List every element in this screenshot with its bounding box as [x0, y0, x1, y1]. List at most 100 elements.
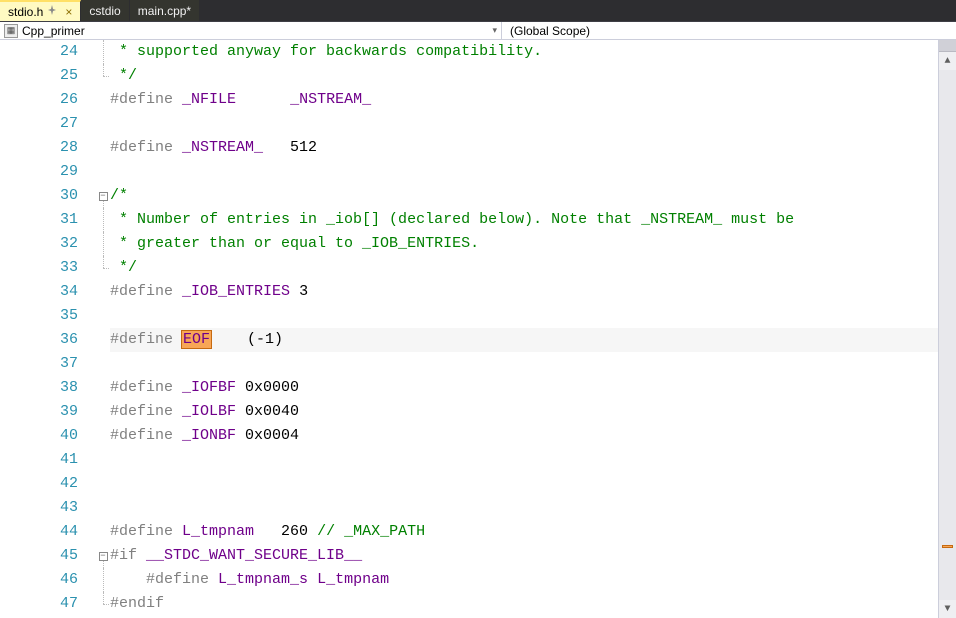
chevron-down-icon: ▾	[492, 25, 497, 36]
line-number: 33	[0, 256, 78, 280]
code-line[interactable]: #define _NFILE _NSTREAM_	[110, 88, 938, 112]
code-token	[173, 427, 182, 444]
code-token	[137, 547, 146, 564]
fold-cell	[96, 472, 110, 496]
line-number: 24	[0, 40, 78, 64]
fold-cell	[96, 352, 110, 376]
code-line[interactable]	[110, 496, 938, 520]
split-handle[interactable]	[939, 40, 956, 52]
line-number: 25	[0, 64, 78, 88]
code-token: * greater than or equal to _IOB_ENTRIES.	[119, 235, 479, 252]
line-number-gutter: 2425262728293031323334353637383940414243…	[0, 40, 96, 618]
tab-bar: stdio.h × cstdio main.cpp*	[0, 0, 956, 22]
code-token: #define	[110, 139, 173, 156]
line-number: 43	[0, 496, 78, 520]
scope-label: (Global Scope)	[510, 24, 590, 38]
code-token	[173, 331, 182, 348]
close-icon[interactable]: ×	[65, 5, 72, 19]
code-token: _IOFBF	[182, 379, 236, 396]
fold-toggle-icon[interactable]: −	[99, 552, 108, 561]
code-line[interactable]: * greater than or equal to _IOB_ENTRIES.	[110, 232, 938, 256]
code-line[interactable]: */	[110, 256, 938, 280]
code-token: __STDC_WANT_SECURE_LIB__	[146, 547, 362, 564]
code-token: _IONBF	[182, 427, 236, 444]
code-line[interactable]	[110, 472, 938, 496]
code-token: #define	[110, 403, 173, 420]
outline-fold-column: −−	[96, 40, 110, 618]
fold-toggle-icon[interactable]: −	[99, 192, 108, 201]
fold-cell	[96, 448, 110, 472]
fold-cell	[96, 112, 110, 136]
fold-cell	[96, 496, 110, 520]
code-line[interactable]	[110, 352, 938, 376]
project-scope-selector[interactable]: ▦ Cpp_primer ▾	[0, 22, 502, 39]
code-line[interactable]: #define EOF (-1)	[110, 328, 938, 352]
tab-label: cstdio	[89, 4, 120, 18]
fold-cell	[96, 256, 110, 280]
fold-cell	[96, 592, 110, 616]
line-number: 40	[0, 424, 78, 448]
code-token: _IOB_ENTRIES	[182, 283, 290, 300]
code-line[interactable]: #define L_tmpnam_s L_tmpnam	[110, 568, 938, 592]
code-token: L_tmpnam	[317, 571, 389, 588]
code-token: (-1)	[211, 331, 283, 348]
code-token: #define	[110, 523, 173, 540]
scroll-up-arrow[interactable]: ▲	[939, 52, 956, 70]
fold-cell[interactable]: −	[96, 544, 110, 568]
code-token	[173, 283, 182, 300]
code-token	[110, 211, 119, 228]
tab-maincpp[interactable]: main.cpp*	[130, 0, 200, 21]
line-number: 42	[0, 472, 78, 496]
line-number: 46	[0, 568, 78, 592]
code-line[interactable]: #if __STDC_WANT_SECURE_LIB__	[110, 544, 938, 568]
code-line[interactable]	[110, 160, 938, 184]
code-token: _NSTREAM_	[290, 91, 371, 108]
code-area[interactable]: * supported anyway for backwards compati…	[110, 40, 938, 618]
code-line[interactable]: #define _IOB_ENTRIES 3	[110, 280, 938, 304]
code-line[interactable]	[110, 304, 938, 328]
code-line[interactable]: * supported anyway for backwards compati…	[110, 40, 938, 64]
code-line[interactable]: #define _IOLBF 0x0040	[110, 400, 938, 424]
project-icon: ▦	[4, 24, 18, 38]
code-line[interactable]	[110, 448, 938, 472]
code-line[interactable]: #endif	[110, 592, 938, 616]
code-token	[173, 379, 182, 396]
fold-cell	[96, 232, 110, 256]
tab-label: stdio.h	[8, 5, 43, 19]
code-token: #define	[110, 283, 173, 300]
fold-cell	[96, 568, 110, 592]
code-line[interactable]: #define _NSTREAM_ 512	[110, 136, 938, 160]
code-line[interactable]	[110, 112, 938, 136]
line-number: 39	[0, 400, 78, 424]
symbol-scope-selector[interactable]: (Global Scope)	[502, 22, 956, 39]
code-line[interactable]: #define _IOFBF 0x0000	[110, 376, 938, 400]
fold-cell[interactable]: −	[96, 184, 110, 208]
code-token: 0x0040	[236, 403, 299, 420]
line-number: 41	[0, 448, 78, 472]
fold-cell	[96, 520, 110, 544]
code-line[interactable]: */	[110, 64, 938, 88]
code-token	[110, 43, 119, 60]
code-token: #define	[110, 379, 173, 396]
line-number: 47	[0, 592, 78, 616]
code-token: 0x0004	[236, 427, 299, 444]
code-token: * Number of entries in _iob[] (declared …	[119, 211, 794, 228]
tab-cstdio[interactable]: cstdio	[81, 0, 129, 21]
vertical-scrollbar[interactable]: ▲ ▼	[938, 40, 956, 618]
code-token: EOF	[182, 331, 211, 348]
code-token	[110, 235, 119, 252]
code-token: 0x0000	[236, 379, 299, 396]
tab-stdioh[interactable]: stdio.h ×	[0, 0, 81, 21]
line-number: 27	[0, 112, 78, 136]
code-line[interactable]: * Number of entries in _iob[] (declared …	[110, 208, 938, 232]
fold-cell	[96, 160, 110, 184]
code-line[interactable]: #define L_tmpnam 260 // _MAX_PATH	[110, 520, 938, 544]
code-line[interactable]: #define _IONBF 0x0004	[110, 424, 938, 448]
scroll-down-arrow[interactable]: ▼	[939, 600, 956, 618]
fold-cell	[96, 64, 110, 88]
code-token	[173, 91, 182, 108]
line-number: 29	[0, 160, 78, 184]
code-line[interactable]: /*	[110, 184, 938, 208]
code-token: 260	[254, 523, 317, 540]
code-token	[236, 91, 290, 108]
